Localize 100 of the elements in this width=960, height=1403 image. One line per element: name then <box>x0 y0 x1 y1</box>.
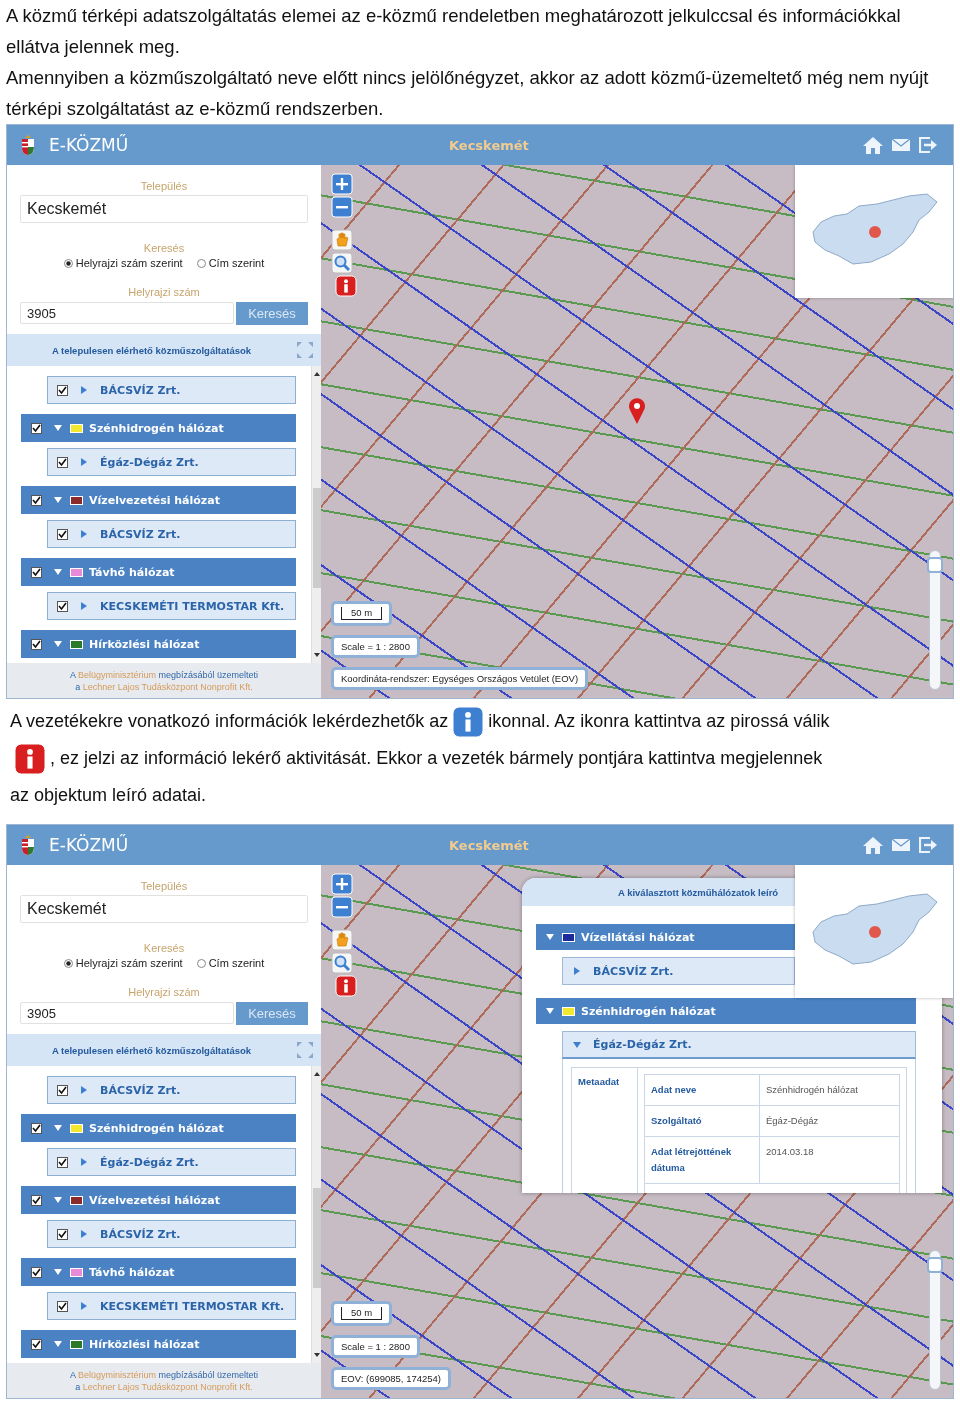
mail-icon[interactable] <box>892 139 910 151</box>
checkbox[interactable] <box>57 1156 68 1168</box>
scrollbar-thumb[interactable] <box>312 1188 321 1288</box>
mail-icon[interactable] <box>892 839 910 851</box>
exit-icon[interactable] <box>919 837 937 853</box>
home-icon[interactable] <box>863 836 883 854</box>
radio-option[interactable]: Cím szerint <box>196 957 265 969</box>
settlement-field[interactable]: Kecskemét <box>20 895 308 923</box>
caret-down-icon[interactable] <box>54 1340 62 1348</box>
caret-right-icon[interactable] <box>80 386 88 394</box>
scrollbar[interactable] <box>311 366 321 663</box>
provider-row[interactable]: KECSKEMÉTI TERMOSTAR Kft. <box>47 1292 296 1320</box>
info-icon[interactable] <box>335 975 357 997</box>
radio-option[interactable]: Cím szerint <box>196 257 265 269</box>
radio-button[interactable] <box>196 958 206 968</box>
caret-down-icon[interactable] <box>54 1268 62 1276</box>
provider-row[interactable]: BÁCSVÍZ Zrt. <box>562 957 795 985</box>
checkbox[interactable] <box>57 600 68 612</box>
caret-down-icon[interactable] <box>54 424 62 432</box>
provider-row[interactable]: BÁCSVÍZ Zrt. <box>47 520 296 548</box>
checkbox[interactable] <box>57 456 68 468</box>
caret-right-icon[interactable] <box>80 458 88 466</box>
radio-button[interactable] <box>63 258 73 268</box>
magnifier-icon[interactable] <box>331 252 353 274</box>
caret-down-icon[interactable] <box>54 640 62 648</box>
scroll-down-icon[interactable] <box>312 1351 321 1359</box>
checkbox[interactable] <box>57 384 68 396</box>
caret-right-icon[interactable] <box>573 967 581 975</box>
checkbox[interactable] <box>31 566 42 578</box>
caret-right-icon[interactable] <box>80 1158 88 1166</box>
slider-thumb[interactable] <box>927 1257 943 1273</box>
zoom-in-icon[interactable] <box>331 173 353 195</box>
caret-down-icon[interactable] <box>546 1007 554 1015</box>
layer-group-row[interactable]: Vízelvezetési hálózat <box>21 1186 296 1214</box>
hand-icon[interactable] <box>331 929 353 951</box>
checkbox[interactable] <box>57 528 68 540</box>
provider-row[interactable]: BÁCSVÍZ Zrt. <box>47 1220 296 1248</box>
layer-group-row[interactable]: Távhő hálózat <box>21 558 296 586</box>
layer-group-row[interactable]: Hírközlési hálózat <box>21 630 296 658</box>
zoom-out-icon[interactable] <box>331 196 353 218</box>
caret-down-icon[interactable] <box>54 496 62 504</box>
scroll-down-icon[interactable] <box>312 651 321 659</box>
caret-down-icon[interactable] <box>54 1124 62 1132</box>
provider-row[interactable]: Égáz-Dégáz Zrt. <box>562 1031 916 1059</box>
zoom-in-icon[interactable] <box>331 873 353 895</box>
hand-icon[interactable] <box>331 229 353 251</box>
settlement-field[interactable]: Kecskemét <box>20 195 308 223</box>
caret-down-icon[interactable] <box>54 1196 62 1204</box>
checkbox[interactable] <box>31 1194 42 1206</box>
provider-row[interactable]: Égáz-Dégáz Zrt. <box>47 448 296 476</box>
caret-down-icon[interactable] <box>573 1040 581 1049</box>
provider-name: BÁCSVÍZ Zrt. <box>100 527 181 541</box>
caret-right-icon[interactable] <box>80 1086 88 1094</box>
magnifier-icon[interactable] <box>331 952 353 974</box>
provider-row[interactable]: KECSKEMÉTI TERMOSTAR Kft. <box>47 592 296 620</box>
parcel-field[interactable]: 3905 <box>20 302 234 324</box>
provider-row[interactable]: BÁCSVÍZ Zrt. <box>47 376 296 404</box>
layer-group-row[interactable]: Vízellátási hálózat <box>536 924 795 950</box>
parcel-field[interactable]: 3905 <box>20 1002 234 1024</box>
layer-group-row[interactable]: Szénhidrogén hálózat <box>536 998 916 1024</box>
radio-button[interactable] <box>63 958 73 968</box>
checkbox[interactable] <box>57 1300 68 1312</box>
radio-option[interactable]: Helyrajzi szám szerint <box>63 257 183 269</box>
checkbox[interactable] <box>31 494 42 506</box>
radio-option[interactable]: Helyrajzi szám szerint <box>63 957 183 969</box>
caret-right-icon[interactable] <box>80 1302 88 1310</box>
zoom-slider[interactable] <box>929 550 941 690</box>
layer-group-row[interactable]: Hírközlési hálózat <box>21 1330 296 1358</box>
scrollbar-thumb[interactable] <box>312 488 321 588</box>
caret-down-icon[interactable] <box>54 568 62 576</box>
layer-group-row[interactable]: Szénhidrogén hálózat <box>21 414 296 442</box>
checkbox[interactable] <box>31 422 42 434</box>
provider-row[interactable]: BÁCSVÍZ Zrt. <box>47 1076 296 1104</box>
caret-down-icon[interactable] <box>546 933 554 941</box>
caret-right-icon[interactable] <box>80 602 88 610</box>
caret-right-icon[interactable] <box>80 530 88 538</box>
checkbox[interactable] <box>57 1228 68 1240</box>
checkbox[interactable] <box>31 1266 42 1278</box>
checkbox[interactable] <box>57 1084 68 1096</box>
layer-group-row[interactable]: Szénhidrogén hálózat <box>21 1114 296 1142</box>
paragraph-text: az objektum leíró adatai. <box>10 784 207 807</box>
provider-row[interactable]: Égáz-Dégáz Zrt. <box>47 1148 296 1176</box>
caret-right-icon[interactable] <box>80 1230 88 1238</box>
exit-icon[interactable] <box>919 137 937 153</box>
app-title: E-KÖZMŰ <box>49 835 129 855</box>
radio-button[interactable] <box>196 258 206 268</box>
scroll-up-icon[interactable] <box>312 370 321 378</box>
checkbox[interactable] <box>31 1338 42 1350</box>
home-icon[interactable] <box>863 136 883 154</box>
scroll-up-icon[interactable] <box>312 1070 321 1078</box>
layer-group-row[interactable]: Vízelvezetési hálózat <box>21 486 296 514</box>
info-icon[interactable] <box>335 275 357 297</box>
zoom-slider[interactable] <box>929 1250 941 1390</box>
scrollbar[interactable] <box>311 1066 321 1363</box>
footer-text: megbízásából üzemelteti <box>157 1369 259 1380</box>
layer-group-row[interactable]: Távhő hálózat <box>21 1258 296 1286</box>
slider-thumb[interactable] <box>927 557 943 573</box>
checkbox[interactable] <box>31 1122 42 1134</box>
zoom-out-icon[interactable] <box>331 896 353 918</box>
checkbox[interactable] <box>31 638 42 650</box>
